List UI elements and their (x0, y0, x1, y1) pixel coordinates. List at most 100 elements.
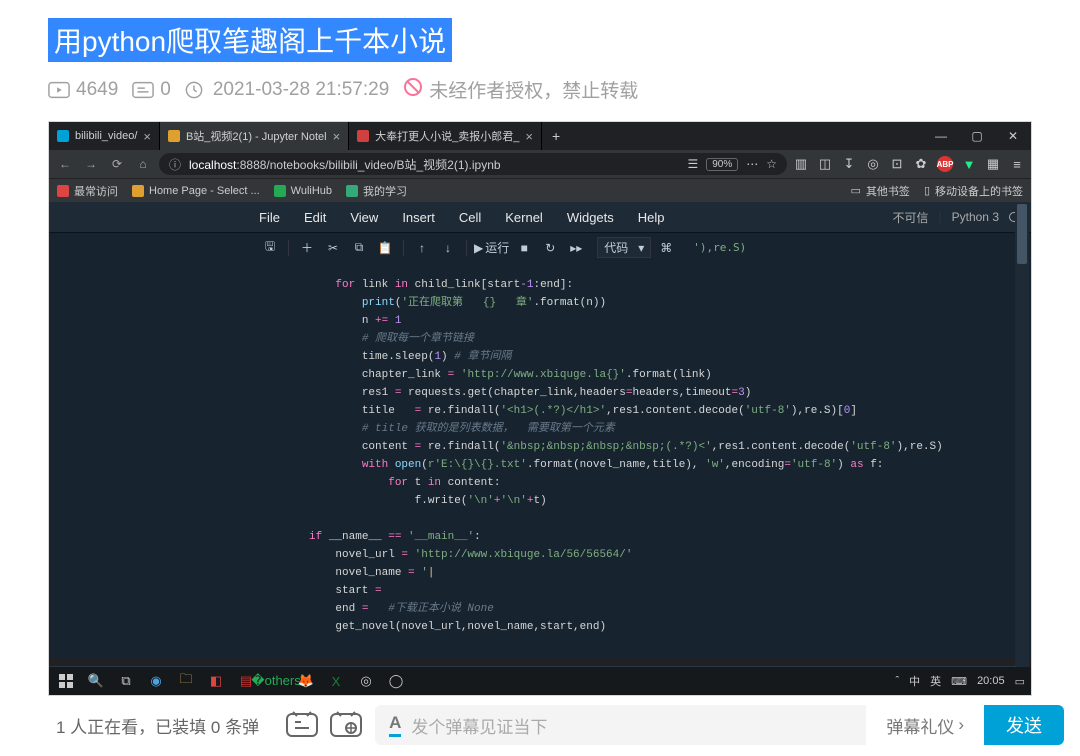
copy-button[interactable]: ⧉ (348, 237, 370, 259)
close-button[interactable]: ✕ (995, 122, 1031, 150)
bookmark-item[interactable]: 我的学习 (346, 183, 407, 199)
menu-kernel[interactable]: Kernel (505, 210, 543, 225)
menu-edit[interactable]: Edit (304, 210, 326, 225)
code-cell[interactable]: for link in child_link[start-1:end]: pri… (49, 262, 1031, 657)
save-button[interactable]: 🖫 (259, 237, 281, 259)
cut-button[interactable]: ✂ (322, 237, 344, 259)
scrollbar-vertical[interactable] (1015, 204, 1029, 667)
cmd-button[interactable]: ⌘ (655, 237, 677, 259)
explorer-icon[interactable]: 🗀 (175, 670, 197, 692)
ext-icon[interactable]: ▥ (793, 156, 809, 172)
clock-icon (185, 81, 207, 99)
danmaku-placeholder: 发个弹幕见证当下 (411, 713, 547, 738)
url-input[interactable]: ⓘ localhost:8888/notebooks/bilibili_vide… (159, 153, 787, 175)
ext-icon[interactable]: ✿ (913, 156, 929, 172)
menu-widgets[interactable]: Widgets (567, 210, 614, 225)
tab-2[interactable]: 大奉打更人小说_卖报小郎君_× (349, 122, 542, 150)
kernel-label[interactable]: Python 3 (952, 210, 999, 224)
ext-icon[interactable]: ◫ (817, 156, 833, 172)
bookmark-icon (57, 185, 69, 197)
danmaku-etiquette[interactable]: 弹幕礼仪 › (878, 713, 972, 738)
url-text: localhost:8888/notebooks/bilibili_video/… (189, 156, 501, 173)
bookmark-item[interactable]: 最常访问 (57, 183, 118, 199)
back-button[interactable]: ← (55, 157, 75, 171)
tab-0[interactable]: bilibili_video/× (49, 122, 160, 150)
firefox-icon[interactable]: 🦊 (295, 670, 317, 692)
reader-icon[interactable]: ☰ (687, 157, 698, 171)
info-icon: ⓘ (169, 156, 181, 173)
reload-button[interactable]: ⟳ (107, 157, 127, 171)
font-style-icon[interactable]: A (389, 713, 401, 737)
app-icon[interactable]: ◯ (385, 670, 407, 692)
tab-1[interactable]: B站_视频2(1) - Jupyter Notel× (160, 122, 349, 150)
zoom-badge[interactable]: 90% (706, 158, 738, 171)
menu-insert[interactable]: Insert (402, 210, 435, 225)
app-icon[interactable]: ◎ (355, 670, 377, 692)
send-button[interactable]: 发送 (984, 705, 1064, 745)
screenshot-frame: bilibili_video/× B站_视频2(1) - Jupyter Not… (48, 121, 1032, 696)
run-button[interactable]: ▶ 运行 (474, 239, 509, 256)
bookmark-item[interactable]: ▭ 其他书签 (851, 183, 910, 199)
ime-label[interactable]: 英 (930, 673, 941, 689)
add-cell-button[interactable]: ＋ (296, 237, 318, 259)
windows-taskbar: 🔍 ⧉ ◉ 🗀 ◧ ▤ �others 🦊 X ◎ ◯ ˆ 中 英 ⌨ 20:0… (49, 667, 1031, 695)
bookmark-icon (132, 185, 144, 197)
ext-icon[interactable]: ⊡ (889, 156, 905, 172)
page-title: 用python爬取笔趣阁上千本小说 (48, 18, 452, 62)
forward-button[interactable]: → (81, 157, 101, 171)
app-icon[interactable]: ◧ (205, 670, 227, 692)
danmaku-toggle-icon[interactable] (285, 710, 319, 740)
stop-button[interactable]: ■ (513, 237, 535, 259)
home-button[interactable]: ⌂ (133, 157, 153, 171)
menu-file[interactable]: File (259, 210, 280, 225)
bookmark-item[interactable]: ▯ 移动设备上的书签 (924, 183, 1023, 199)
fastfwd-button[interactable]: ▸▸ (565, 237, 587, 259)
favicon-icon (168, 130, 180, 142)
jupyter-toolbar: 🖫 ＋ ✂ ⧉ 📋 ↑ ↓ ▶ 运行 ■ ↻ ▸▸ 代码 ▾ ⌘ '),re.S… (49, 232, 1031, 262)
minimize-button[interactable]: — (923, 122, 959, 150)
shield-icon[interactable]: ▼ (961, 156, 977, 172)
menu-icon[interactable]: ≡ (1009, 156, 1025, 172)
keyboard-icon[interactable]: ⌨ (951, 675, 967, 688)
start-button[interactable] (55, 670, 77, 692)
trusted-label[interactable]: 不可信 (892, 209, 928, 226)
ime-label[interactable]: 中 (909, 673, 920, 689)
notifications-icon[interactable]: ▭ (1015, 675, 1025, 688)
chevron-right-icon: › (958, 715, 964, 735)
paste-button[interactable]: 📋 (374, 237, 396, 259)
toolbar-trailing-text: '),re.S) (693, 241, 746, 254)
taskview-icon[interactable]: ⧉ (115, 670, 137, 692)
star-icon[interactable]: ☆ (766, 157, 777, 171)
abp-icon[interactable]: ABP (937, 156, 953, 172)
edge-icon[interactable]: ◉ (145, 670, 167, 692)
restart-button[interactable]: ↻ (539, 237, 561, 259)
danmaku-info: 1 人正在看，已装填 0 条弹 (56, 713, 259, 738)
browser-tabs: bilibili_video/× B站_视频2(1) - Jupyter Not… (49, 122, 1031, 150)
close-icon[interactable]: × (143, 129, 151, 144)
ext-icon[interactable]: ↧ (841, 156, 857, 172)
more-icon[interactable]: ⋯ (746, 157, 758, 171)
search-icon[interactable]: 🔍 (85, 670, 107, 692)
cell-type-select[interactable]: 代码 ▾ (597, 237, 651, 258)
ext-icon[interactable]: ▦ (985, 156, 1001, 172)
ext-icon[interactable]: ◎ (865, 156, 881, 172)
menu-view[interactable]: View (350, 210, 378, 225)
favicon-icon (357, 130, 369, 142)
close-icon[interactable]: × (333, 129, 341, 144)
bookmark-item[interactable]: Home Page - Select ... (132, 185, 260, 197)
danmaku-input[interactable]: A 发个弹幕见证当下 (375, 705, 866, 745)
up-button[interactable]: ↑ (411, 237, 433, 259)
new-tab-button[interactable]: + (542, 128, 570, 144)
menu-cell[interactable]: Cell (459, 210, 481, 225)
bookmark-icon (346, 185, 358, 197)
down-button[interactable]: ↓ (437, 237, 459, 259)
clock[interactable]: 20:05 (977, 675, 1005, 687)
maximize-button[interactable]: ▢ (959, 122, 995, 150)
excel-icon[interactable]: X (325, 670, 347, 692)
danmaku-settings-icon[interactable] (329, 710, 363, 740)
close-icon[interactable]: × (525, 129, 533, 144)
bookmark-item[interactable]: WuliHub (274, 185, 332, 197)
tray-chevron-icon[interactable]: ˆ (896, 675, 900, 687)
wechat-icon[interactable]: �others (265, 670, 287, 692)
menu-help[interactable]: Help (638, 210, 665, 225)
